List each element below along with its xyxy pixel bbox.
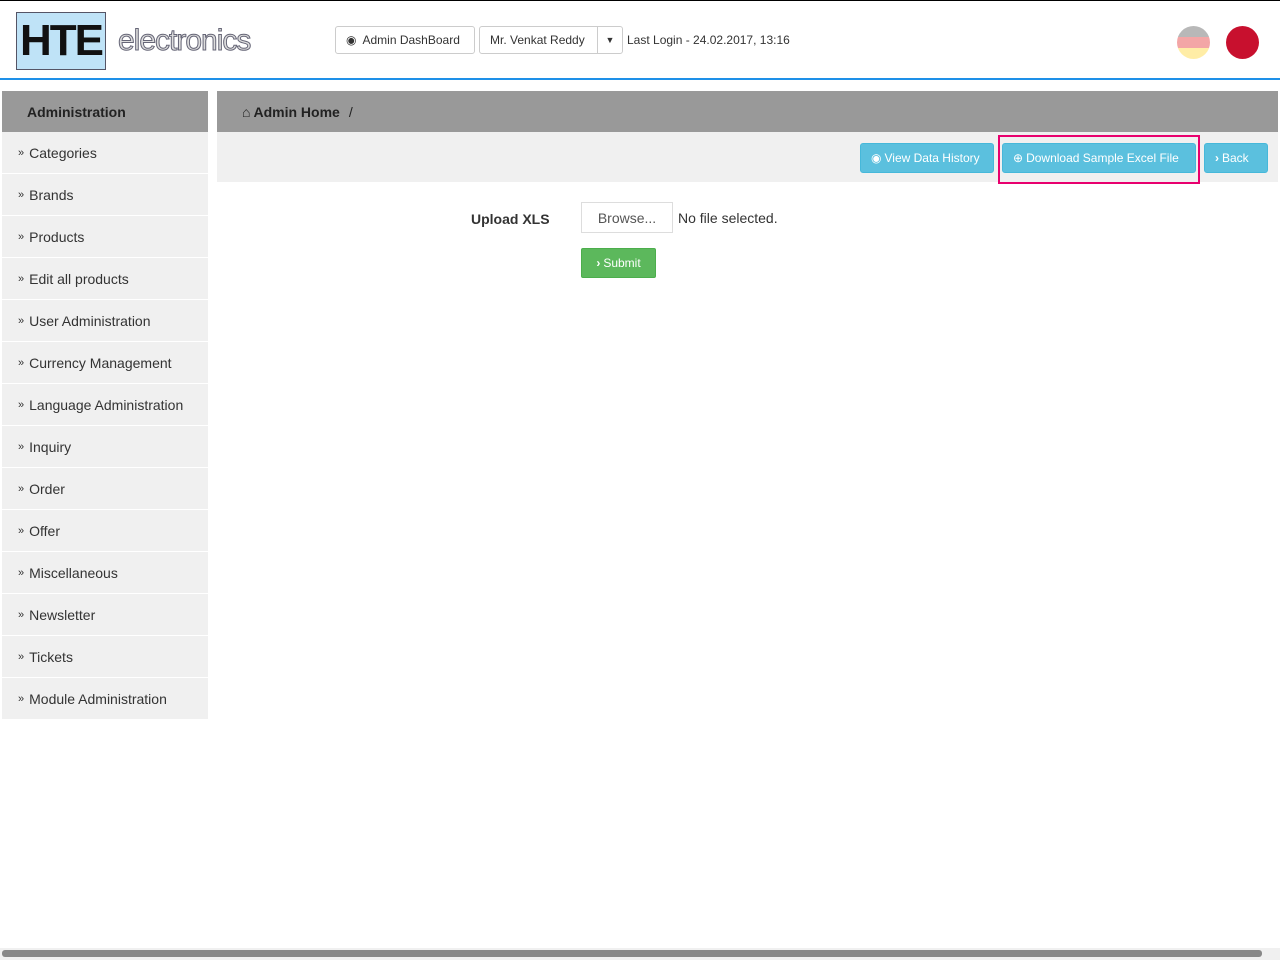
sidebar-item-label: Edit all products — [29, 270, 129, 287]
bullet-icon: » — [18, 272, 25, 285]
sidebar-item-label: Module Administration — [29, 690, 167, 707]
sidebar-item-label: Language Administration — [29, 396, 184, 413]
main: ⌂ Admin Home / ◉ View Data History ⊕ Downloa… — [217, 91, 1278, 184]
chevron-right-icon: › — [596, 256, 601, 270]
submit-label: Submit — [603, 256, 641, 270]
download-icon: ⊕ — [1013, 151, 1024, 165]
user-dropdown-caret-icon[interactable]: ▼ — [597, 26, 623, 54]
header: HTE electronics ◉ Admin DashBoard Mr. Ven… — [0, 1, 1280, 80]
submit-button[interactable]: › Submit — [581, 248, 656, 278]
download-label: Download Sample Excel File — [1026, 151, 1179, 165]
eye-icon: ◉ — [871, 151, 882, 165]
bullet-icon: » — [18, 314, 25, 327]
sidebar-item-language-administration[interactable]: » Language Administration — [2, 384, 208, 426]
sidebar-item-label: Miscellaneous — [29, 564, 118, 581]
sidebar-item-label: Tickets — [29, 648, 73, 665]
view-data-history-button[interactable]: ◉ View Data History — [860, 143, 994, 173]
bullet-icon: » — [18, 524, 25, 537]
scrollbar-thumb[interactable] — [2, 950, 1262, 957]
breadcrumb-separator: / — [348, 103, 353, 120]
last-login: Last Login - 24.02.2017, 13:16 — [627, 33, 790, 47]
sidebar-item-currency-management[interactable]: » Currency Management — [2, 342, 208, 384]
breadcrumb: ⌂ Admin Home / — [217, 91, 1278, 132]
bullet-icon: » — [18, 608, 25, 621]
bullet-icon: » — [18, 692, 25, 705]
sidebar-item-categories[interactable]: » Categories — [2, 132, 208, 174]
bullet-icon: » — [18, 356, 25, 369]
sidebar-item-label: Inquiry — [29, 438, 72, 455]
file-status: No file selected. — [678, 210, 778, 226]
sidebar-item-user-administration[interactable]: » User Administration — [2, 300, 208, 342]
home-icon: ⌂ — [242, 103, 251, 120]
upload-xls-label: Upload XLS — [471, 211, 550, 227]
logo[interactable]: HTE electronics — [16, 12, 252, 70]
sidebar-item-brands[interactable]: » Brands — [2, 174, 208, 216]
german-flag-icon[interactable] — [1177, 26, 1210, 59]
sidebar-item-inquiry[interactable]: » Inquiry — [2, 426, 208, 468]
sidebar-item-label: Order — [29, 480, 65, 497]
horizontal-scrollbar[interactable] — [0, 948, 1280, 960]
sidebar-item-label: User Administration — [29, 312, 151, 329]
download-sample-excel-button[interactable]: ⊕ Download Sample Excel File — [1002, 143, 1196, 173]
sidebar-title: Administration — [2, 91, 208, 132]
dashboard-label: Admin DashBoard — [362, 33, 460, 47]
chevron-right-icon: › — [1215, 151, 1219, 165]
sidebar-item-label: Currency Management — [29, 354, 172, 371]
bullet-icon: » — [18, 188, 25, 201]
sidebar-item-label: Offer — [29, 522, 60, 539]
sidebar-item-tickets[interactable]: » Tickets — [2, 636, 208, 678]
logo-text: electronics — [117, 24, 251, 58]
sidebar-item-edit-all-products[interactable]: » Edit all products — [2, 258, 208, 300]
back-button[interactable]: › Back — [1204, 143, 1268, 173]
sidebar-item-newsletter[interactable]: » Newsletter — [2, 594, 208, 636]
sidebar-item-label: Categories — [29, 144, 97, 161]
sidebar-item-products[interactable]: » Products — [2, 216, 208, 258]
sidebar-item-label: Products — [29, 228, 85, 245]
sidebar-item-offer[interactable]: » Offer — [2, 510, 208, 552]
sidebar-item-order[interactable]: » Order — [2, 468, 208, 510]
dashboard-icon: ◉ — [346, 33, 357, 47]
breadcrumb-home[interactable]: Admin Home — [253, 104, 339, 120]
browse-button[interactable]: Browse... — [581, 202, 673, 233]
sidebar-item-module-administration[interactable]: » Module Administration — [2, 678, 208, 720]
back-label: Back — [1222, 151, 1249, 165]
logo-mark: HTE — [16, 12, 106, 70]
sidebar-item-label: Newsletter — [29, 606, 96, 623]
bullet-icon: » — [18, 146, 25, 159]
bullet-icon: » — [18, 482, 25, 495]
sidebar: Administration » Categories » Brands » Produc… — [2, 91, 208, 720]
admin-dashboard-button[interactable]: ◉ Admin DashBoard — [335, 26, 475, 54]
bullet-icon: » — [18, 230, 25, 243]
sidebar-item-label: Brands — [29, 186, 74, 203]
bullet-icon: » — [18, 650, 25, 663]
toolbar: ◉ View Data History ⊕ Download Sample Exce… — [217, 132, 1278, 184]
user-button[interactable]: Mr. Venkat Reddy — [479, 26, 598, 54]
sidebar-item-miscellaneous[interactable]: » Miscellaneous — [2, 552, 208, 594]
view-history-label: View Data History — [884, 151, 980, 165]
bullet-icon: » — [18, 398, 25, 411]
bullet-icon: » — [18, 566, 25, 579]
bullet-icon: » — [18, 440, 25, 453]
uk-flag-icon[interactable] — [1226, 26, 1259, 59]
